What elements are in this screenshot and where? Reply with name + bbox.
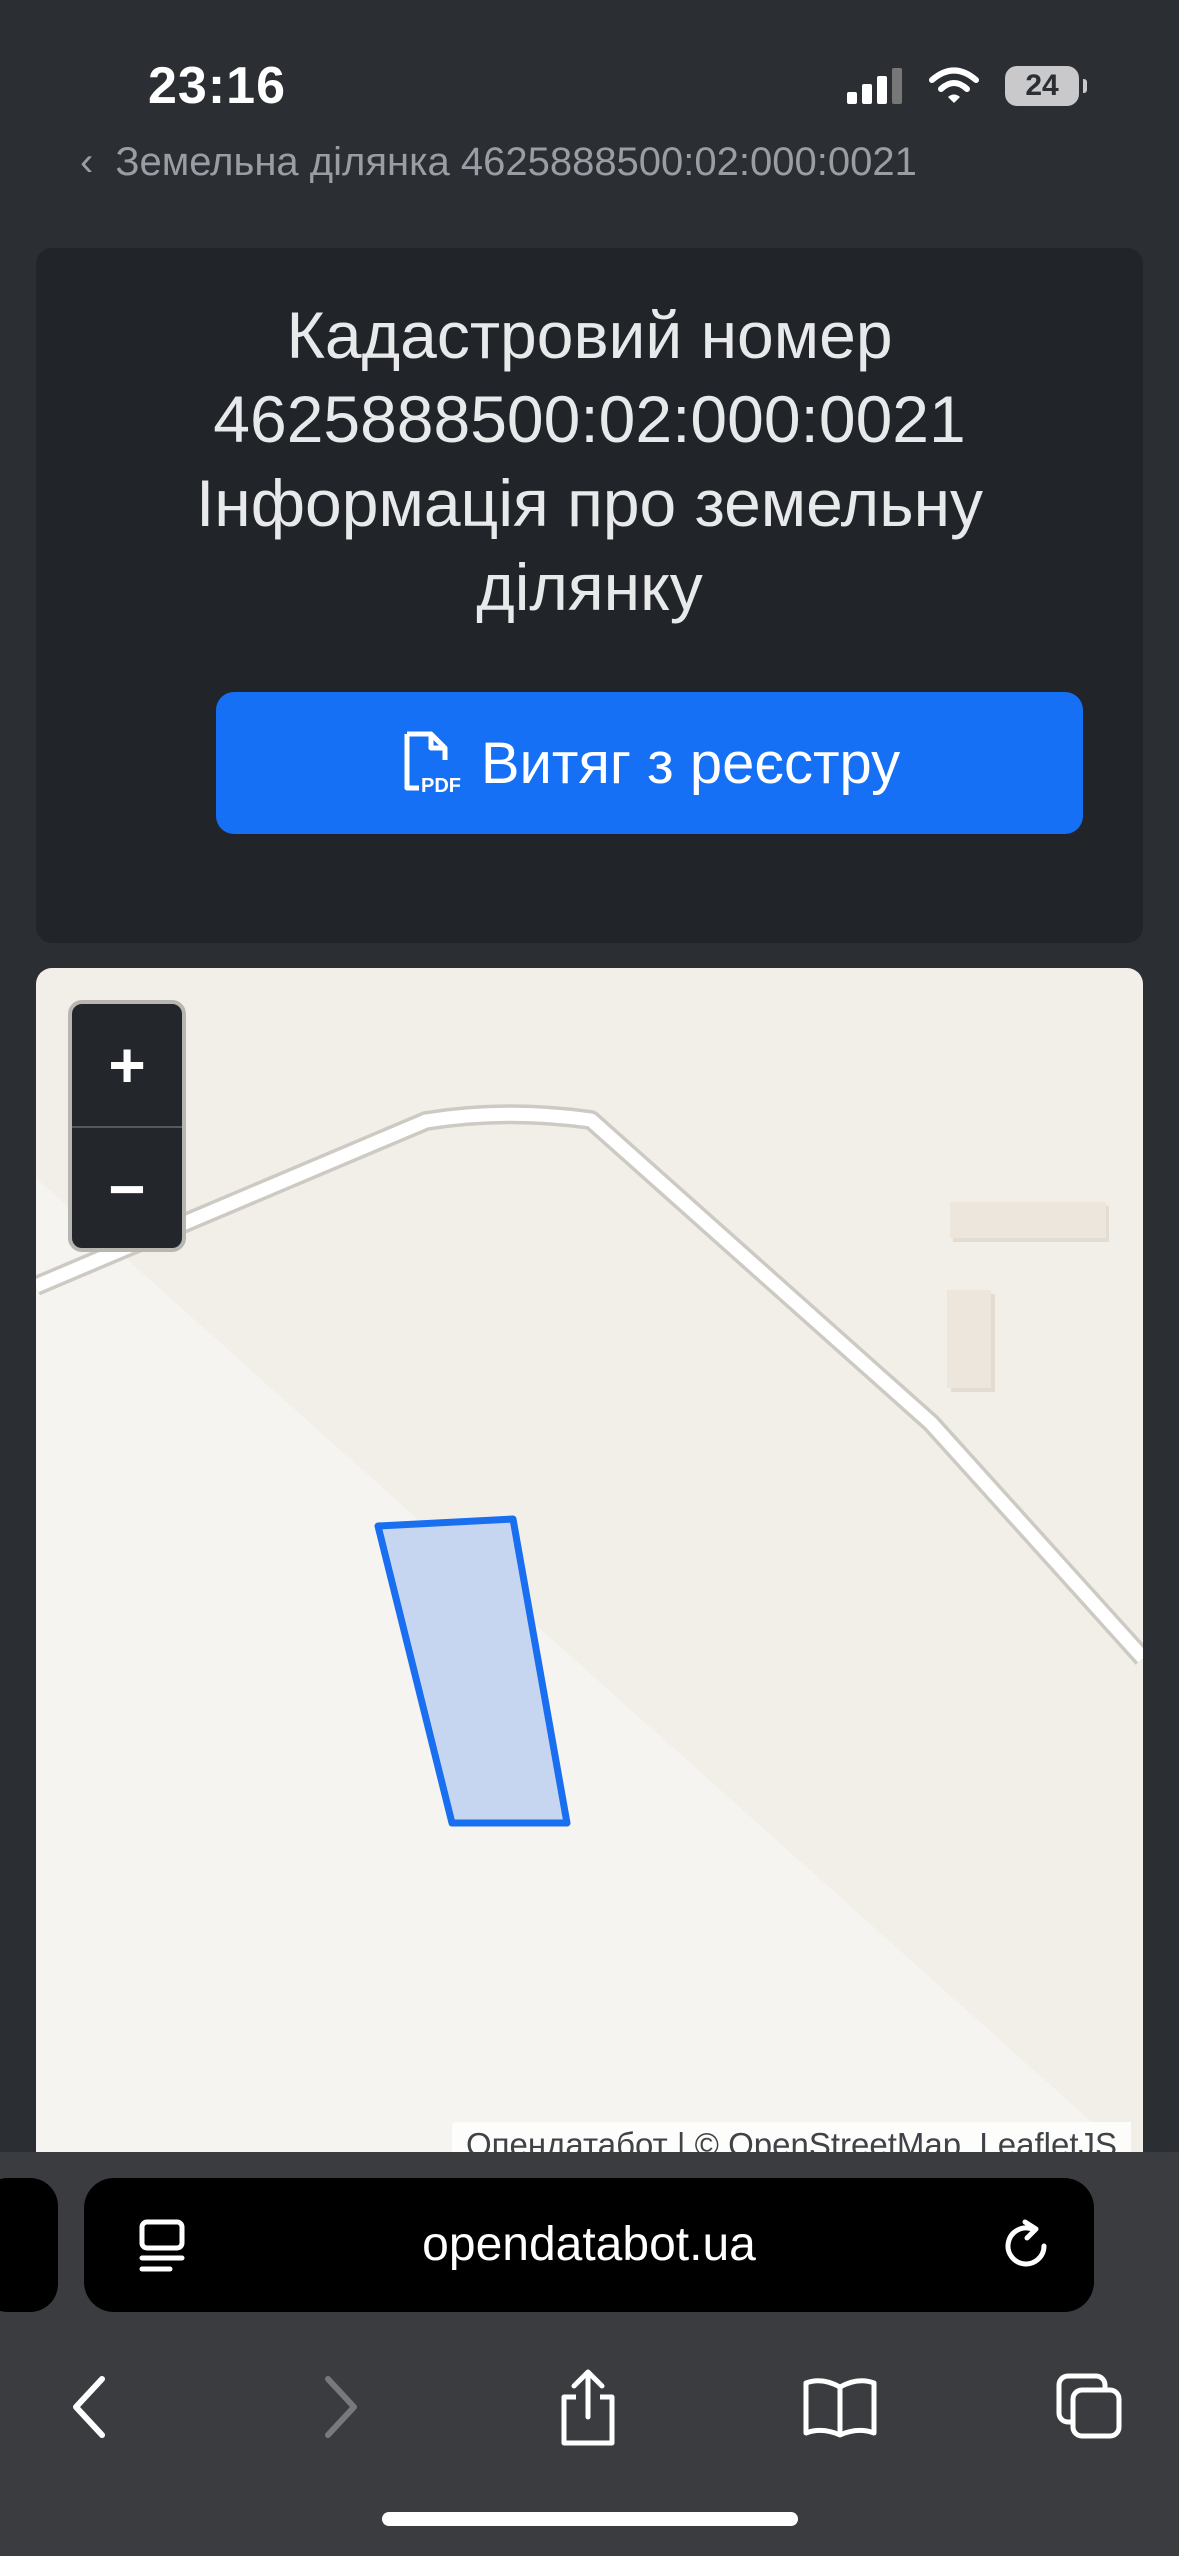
- info-card: Кадастровий номер 4625888500:02:000:0021…: [36, 248, 1143, 943]
- home-indicator[interactable]: [382, 2512, 798, 2526]
- back-button[interactable]: [38, 2352, 138, 2462]
- registry-extract-label: Витяг з реєстру: [480, 730, 901, 796]
- zoom-out-button[interactable]: −: [72, 1128, 182, 1248]
- url-text[interactable]: opendatabot.ua: [84, 2178, 1094, 2312]
- breadcrumb-text: Земельна ділянка 4625888500:02:000:0021: [115, 140, 917, 184]
- pdf-file-icon: PDF: [404, 731, 461, 796]
- chevron-right-icon: [325, 2376, 357, 2438]
- zoom-control: + −: [68, 1000, 186, 1252]
- building: [950, 1202, 1106, 1238]
- address-bar[interactable]: opendatabot.ua: [84, 2178, 1094, 2312]
- status-time: 23:16: [148, 57, 286, 115]
- status-bar: 23:16 24: [0, 0, 1179, 150]
- zoom-in-button[interactable]: +: [72, 1004, 182, 1128]
- status-icons: 24: [847, 66, 1087, 106]
- chevron-left-icon: ‹: [80, 140, 94, 184]
- tabs-button[interactable]: [1040, 2352, 1140, 2462]
- browser-toolbar: opendatabot.ua: [0, 2152, 1179, 2556]
- battery-level: 24: [1025, 69, 1059, 102]
- cadastral-number: 4625888500:02:000:0021: [213, 382, 966, 456]
- book-icon: [803, 2378, 877, 2438]
- title-line: Кадастровий номер: [286, 298, 893, 372]
- browser-nav: [0, 2352, 1179, 2462]
- chevron-left-icon: [73, 2376, 105, 2438]
- tabs-icon: [1056, 2373, 1122, 2439]
- title-line: ділянку: [476, 550, 703, 624]
- bookmarks-button[interactable]: [790, 2352, 890, 2462]
- wifi-icon: [929, 67, 979, 103]
- share-button[interactable]: [538, 2352, 638, 2462]
- battery-icon: 24: [1005, 66, 1087, 106]
- cellular-signal-icon: [847, 68, 902, 104]
- map[interactable]: + − Опендатабот | © OpenStreetMap, Leafl…: [36, 968, 1143, 2168]
- forward-button[interactable]: [292, 2352, 392, 2462]
- share-icon: [561, 2369, 615, 2446]
- title-line: Інформація про земельну: [195, 466, 984, 540]
- building: [947, 1290, 991, 1388]
- map-canvas[interactable]: [36, 968, 1143, 2168]
- reader-mode-icon[interactable]: [134, 2218, 190, 2274]
- registry-extract-button[interactable]: PDF Витяг з реєстру: [216, 692, 1083, 834]
- reload-icon[interactable]: [998, 2218, 1054, 2274]
- page-title: Кадастровий номер 4625888500:02:000:0021…: [66, 293, 1113, 629]
- breadcrumb[interactable]: ‹ Земельна ділянка 4625888500:02:000:0021: [80, 140, 1140, 185]
- previous-tab-peek[interactable]: [0, 2178, 58, 2312]
- pdf-icon-text: PDF: [421, 775, 461, 796]
